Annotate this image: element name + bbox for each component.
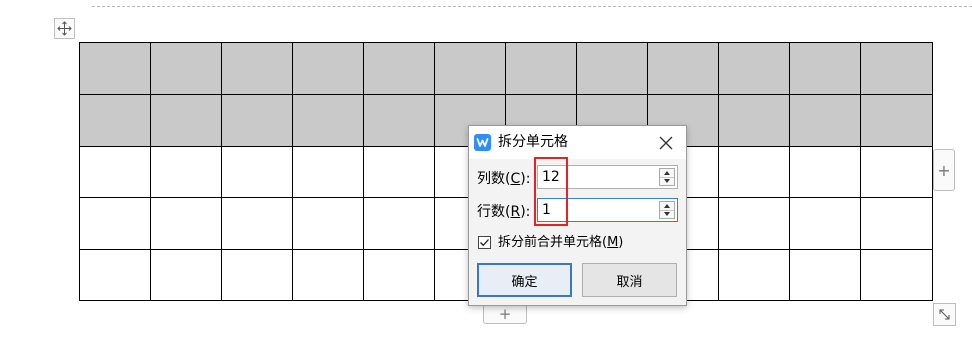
table-cell[interactable] [718,197,790,250]
checkmark-icon [480,239,489,247]
table-cell[interactable] [860,94,933,147]
table-cell[interactable] [292,42,364,95]
table-cell[interactable] [221,42,293,95]
rows-input[interactable] [542,201,654,219]
triangle-up-icon [664,171,670,175]
merge-before-split-checkbox[interactable] [478,236,491,249]
table-row [79,42,933,95]
columns-spin-buttons[interactable] [659,168,675,186]
triangle-down-icon [664,179,670,183]
add-column-button[interactable]: + [933,149,955,191]
resize-arrows-icon [939,309,950,320]
table-cell[interactable] [363,197,435,250]
cancel-button[interactable]: 取消 [582,263,677,297]
triangle-up-icon [664,204,670,208]
plus-icon: + [498,305,512,323]
table-cell[interactable] [718,146,790,198]
table-cell[interactable] [363,94,435,147]
table-cell[interactable] [221,146,293,198]
table-cell[interactable] [505,42,577,95]
table-cell[interactable] [789,197,861,250]
dialog-titlebar[interactable]: 拆分单元格 [469,126,686,159]
table-cell[interactable] [860,42,933,95]
table-cell[interactable] [718,94,790,147]
rows-spin-buttons[interactable] [659,201,675,219]
wps-writer-icon [474,134,491,151]
table-cell[interactable] [292,197,364,250]
columns-label: 列数(C): [477,171,531,187]
table-cell[interactable] [860,146,933,198]
close-icon[interactable] [657,134,675,152]
table-cell[interactable] [860,197,933,250]
table-cell[interactable] [150,94,222,147]
decrement-button[interactable] [660,177,674,185]
table-cell[interactable] [789,42,861,95]
table-cell[interactable] [292,94,364,147]
table-cell[interactable] [79,146,151,198]
dialog-title: 拆分单元格 [498,134,568,150]
table-cell[interactable] [363,249,435,301]
rows-label: 行数(R): [477,204,531,220]
decrement-button[interactable] [660,210,674,218]
table-cell[interactable] [363,42,435,95]
table-cell[interactable] [292,146,364,198]
table-cell[interactable] [221,197,293,250]
merge-before-split-label: 拆分前合并单元格(M) [498,235,624,250]
table-cell[interactable] [150,42,222,95]
table-cell[interactable] [150,197,222,250]
triangle-down-icon [664,212,670,216]
rows-stepper[interactable] [537,198,678,222]
table-cell[interactable] [789,94,861,147]
table-cell[interactable] [79,249,151,301]
table-cell[interactable] [860,249,933,301]
table-cell[interactable] [221,249,293,301]
table-cell[interactable] [79,42,151,95]
table-cell[interactable] [789,146,861,198]
table-move-handle[interactable] [54,18,75,39]
table-resize-handle[interactable] [933,303,956,326]
page-boundary-line [92,6,972,7]
move-arrows-icon [57,21,72,36]
add-row-button[interactable]: + [483,304,527,324]
ok-button[interactable]: 确定 [477,263,572,297]
split-cells-dialog: 拆分单元格 列数(C): 行数(R): 拆分前合并单元格(M) 确定 取消 [468,125,687,306]
table-cell[interactable] [150,146,222,198]
table-cell[interactable] [434,42,506,95]
columns-stepper[interactable] [537,165,678,189]
table-cell[interactable] [150,249,222,301]
table-cell[interactable] [576,42,648,95]
table-cell[interactable] [789,249,861,301]
plus-icon: + [937,160,951,180]
table-cell[interactable] [79,94,151,147]
table-cell[interactable] [718,249,790,301]
table-cell[interactable] [79,197,151,250]
columns-input[interactable] [542,168,654,186]
table-cell[interactable] [647,42,719,95]
table-cell[interactable] [221,94,293,147]
table-cell[interactable] [292,249,364,301]
table-cell[interactable] [718,42,790,95]
table-cell[interactable] [363,146,435,198]
